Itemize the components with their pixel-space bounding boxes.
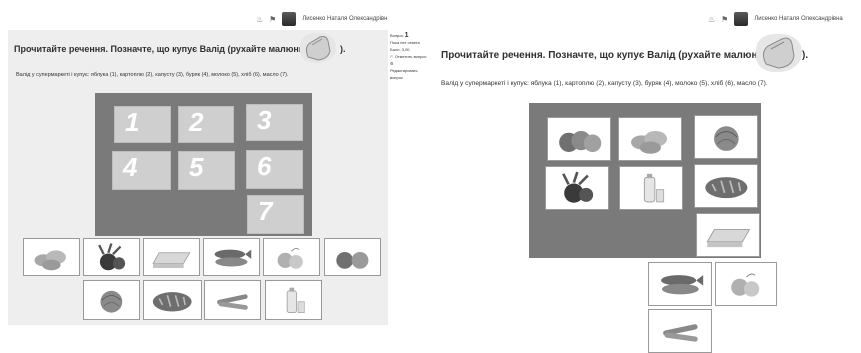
bell-icon[interactable]: ♨ <box>256 15 263 24</box>
question-label: Вопрос <box>390 33 404 38</box>
placed-milk-card[interactable] <box>619 166 683 210</box>
apples-card[interactable] <box>324 238 381 276</box>
drop-slot-7[interactable]: 7 <box>247 195 304 234</box>
cucumbers-card[interactable] <box>204 280 261 320</box>
bell-icon[interactable]: ♨ <box>708 15 715 24</box>
milk-image <box>643 173 664 203</box>
cucumbers-image <box>662 324 698 342</box>
avatar[interactable] <box>282 12 297 26</box>
avatar[interactable] <box>734 12 749 26</box>
apples-image <box>336 251 369 269</box>
hand-icon <box>756 34 802 72</box>
placed-beetroot-card[interactable] <box>545 166 609 210</box>
bread-card[interactable] <box>143 280 202 320</box>
title-end: ). <box>340 44 346 54</box>
drop-slot-1[interactable]: 1 <box>114 106 171 143</box>
milk-card[interactable] <box>265 280 322 320</box>
user-name[interactable]: Лисенко Наталя Олександрівна <box>754 16 842 22</box>
cucumbers-image <box>217 294 248 310</box>
left-question-title: Прочитайте речення. Позначте, що купує В… <box>14 44 309 54</box>
cabbage-image <box>100 290 123 313</box>
hand-icon <box>300 33 336 63</box>
drop-slot-6[interactable]: 6 <box>246 150 303 189</box>
left-topbar: ♨ ⚑ Лисенко Наталя Олександрівн <box>256 12 387 26</box>
chat-icon[interactable]: ⚑ <box>269 15 276 24</box>
flag-question-link[interactable]: ⚐ Отметить вопрос <box>390 53 430 60</box>
question-info-sidebar: Вопрос 1 Пока нет ответа Балл: 3,00 ⚐ От… <box>390 32 430 81</box>
beetroot-image <box>561 171 593 203</box>
butter-image <box>152 252 191 268</box>
peaches-image <box>730 273 759 297</box>
placed-butter-card[interactable] <box>696 213 760 257</box>
placed-bread-card[interactable] <box>694 164 758 208</box>
butter-card[interactable] <box>143 238 200 276</box>
placed-apples-card[interactable] <box>547 117 611 161</box>
drop-slot-3[interactable]: 3 <box>246 104 303 141</box>
right-question-title: Прочитайте речення. Позначте, що купує В… <box>441 50 769 61</box>
title-text: Прочитайте речення. Позначте, що купує В… <box>14 44 309 54</box>
right-topbar: ♨ ⚑ Лисенко Наталя Олександрівна <box>708 12 843 26</box>
drop-slot-2[interactable]: 2 <box>178 106 234 143</box>
user-name[interactable]: Лисенко Наталя Олександрівн <box>302 16 387 22</box>
gear-icon: ⚙ <box>390 61 394 66</box>
peaches-image <box>277 247 303 269</box>
right-sentence: Валід у супермаркеті і купує: яблука (1)… <box>441 80 768 87</box>
question-score: Балл: 3,00 <box>390 47 410 52</box>
peaches-card[interactable] <box>263 238 320 276</box>
bread-image <box>153 291 192 312</box>
chat-icon[interactable]: ⚑ <box>721 15 728 24</box>
peaches-card[interactable] <box>715 262 777 306</box>
title-end: ). <box>802 50 809 61</box>
apples-image <box>558 131 601 153</box>
potatoes-image <box>34 250 67 271</box>
beetroot-image <box>98 242 126 271</box>
bread-image <box>704 177 748 199</box>
question-number: 1 <box>404 32 409 39</box>
question-status: Пока нет ответа <box>390 40 420 45</box>
fish-image <box>214 249 252 267</box>
milk-image <box>286 287 305 313</box>
cabbage-card[interactable] <box>83 280 140 320</box>
potatoes-card[interactable] <box>23 238 80 276</box>
title-text: Прочитайте речення. Позначте, що купує В… <box>441 50 769 61</box>
fish-image <box>660 275 703 295</box>
flag-icon: ⚐ <box>390 54 394 59</box>
placed-cabbage-card[interactable] <box>694 115 758 159</box>
butter-image <box>706 229 750 248</box>
potatoes-image <box>630 131 667 154</box>
drop-slot-4[interactable]: 4 <box>112 151 171 190</box>
cucumbers-card[interactable] <box>648 309 712 353</box>
drop-slot-5[interactable]: 5 <box>178 151 235 190</box>
cabbage-image <box>713 126 739 152</box>
placed-potatoes-card[interactable] <box>618 117 682 161</box>
edit-question-link[interactable]: ⚙ Редактировать вопрос <box>390 60 430 81</box>
beetroot-card[interactable] <box>83 238 140 276</box>
left-sentence: Валід у супермаркеті і купує: яблука (1)… <box>16 72 289 78</box>
fish-card[interactable] <box>203 238 260 276</box>
fish-card[interactable] <box>648 262 712 306</box>
